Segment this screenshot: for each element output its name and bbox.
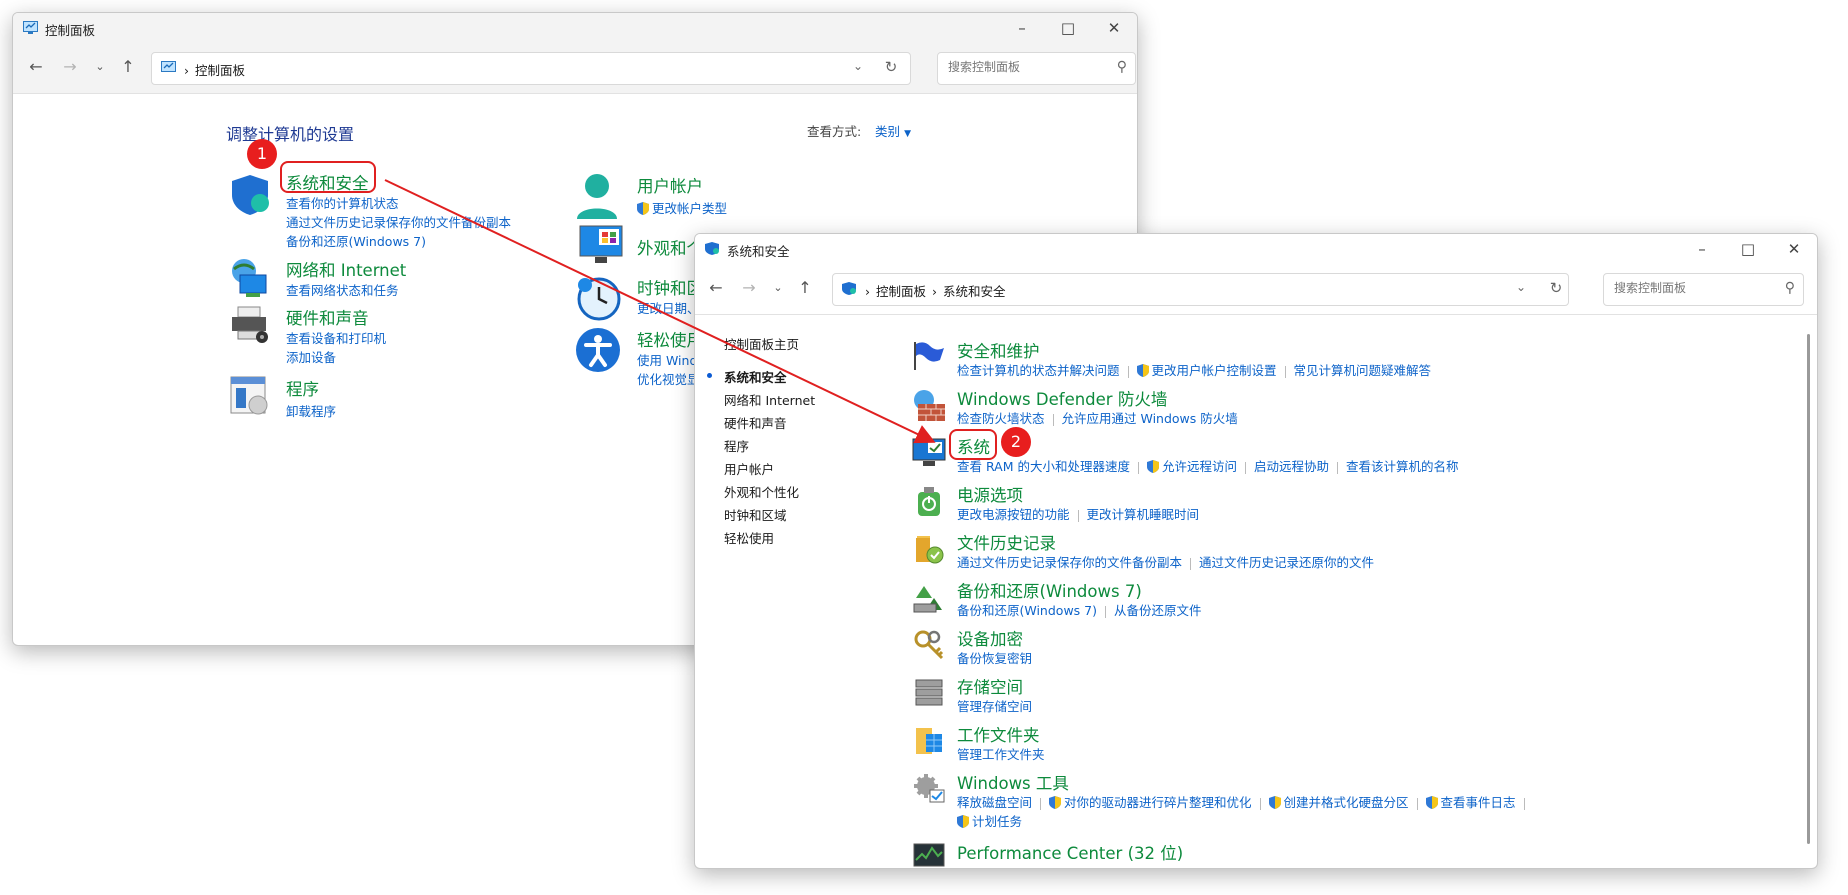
- annotation-arrow: [384, 179, 936, 444]
